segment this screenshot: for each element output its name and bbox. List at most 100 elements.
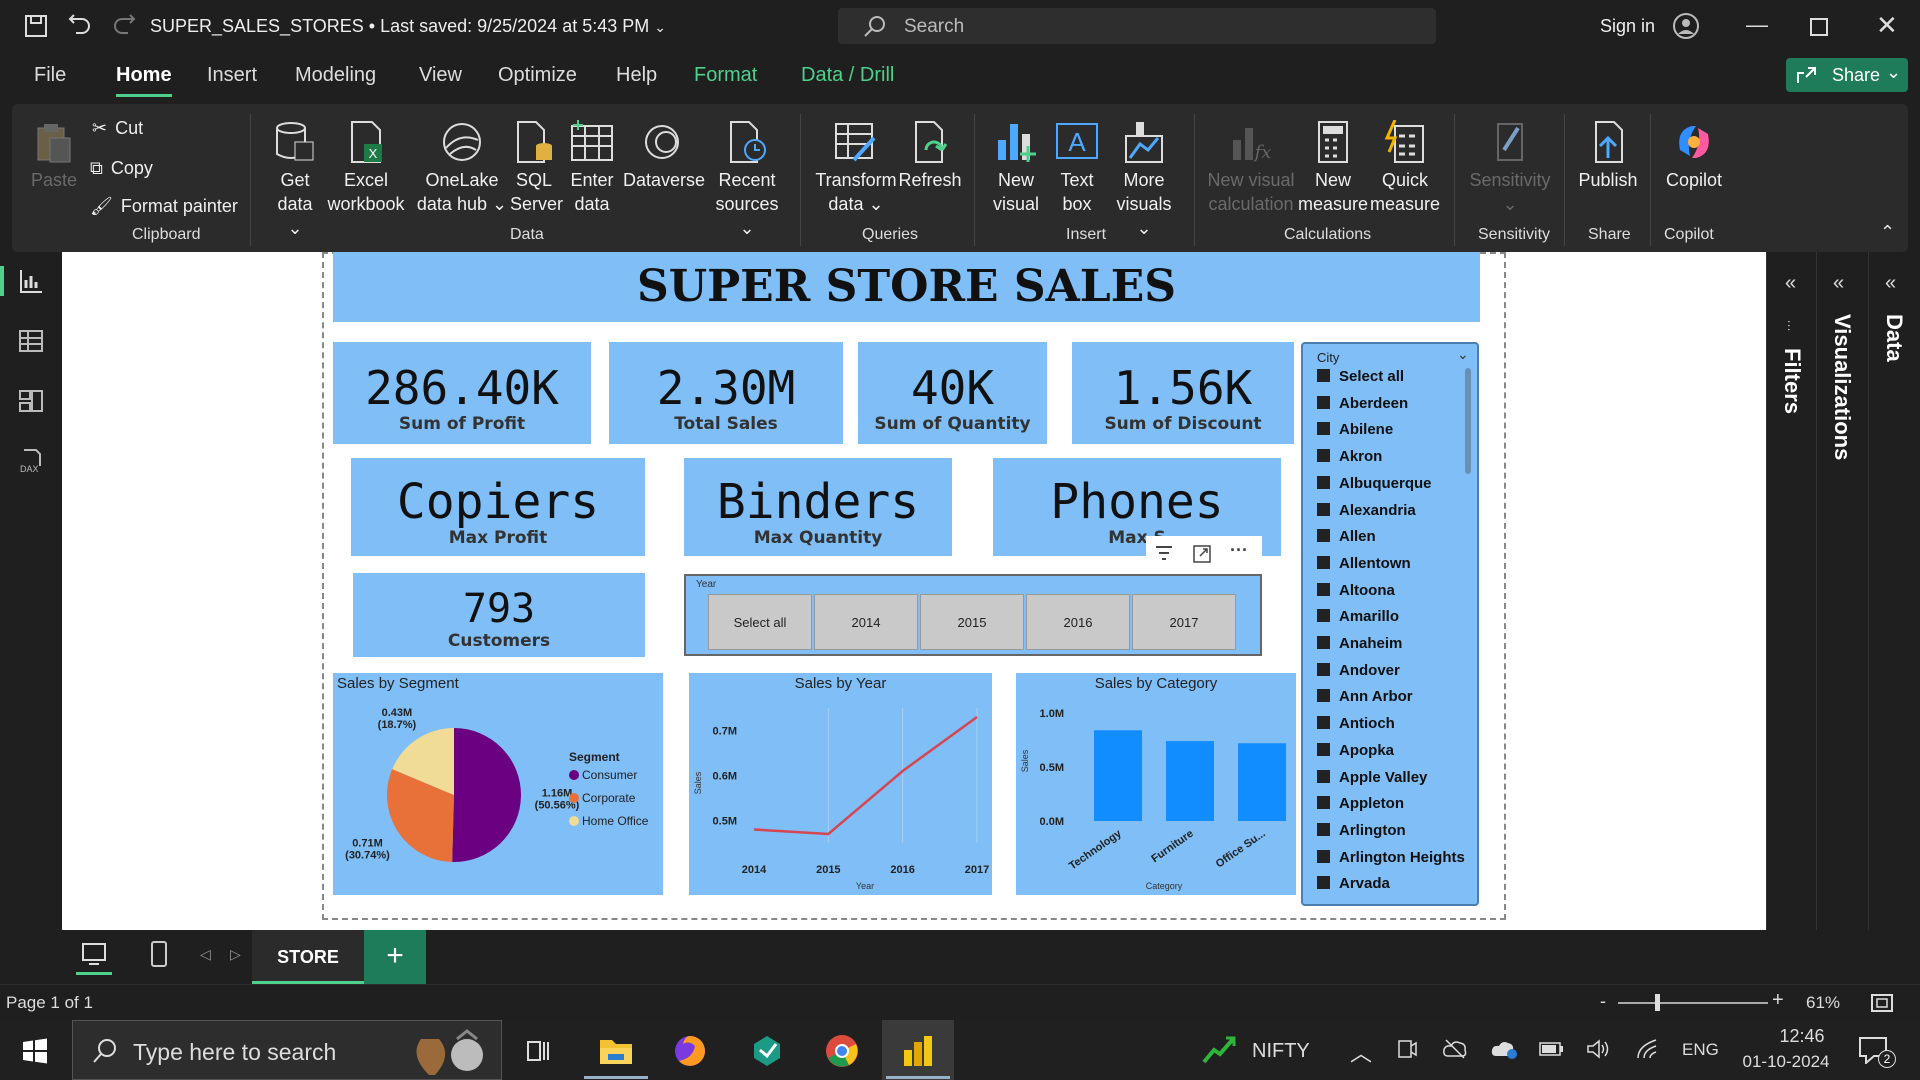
checkbox-icon[interactable] [1317, 822, 1330, 836]
document-title[interactable]: SUPER_SALES_STORES • Last saved: 9/25/20… [150, 16, 666, 37]
taskbar-search-input[interactable]: Type here to search [72, 1020, 502, 1080]
dataverse-button[interactable]: Dataverse [622, 120, 706, 192]
format-painter-button[interactable]: 🖌 Format painter [90, 196, 238, 217]
city-option[interactable]: Arlington [1317, 822, 1406, 839]
checkbox-icon[interactable] [1317, 742, 1330, 756]
menu-insert[interactable]: Insert [207, 64, 257, 87]
city-option[interactable]: Antioch [1317, 715, 1395, 732]
city-option[interactable]: Abilene [1317, 421, 1393, 438]
fit-to-page-icon[interactable] [1870, 993, 1894, 1013]
data-pane[interactable]: « Data [1868, 252, 1920, 930]
account-icon[interactable] [1672, 12, 1700, 40]
app-icon[interactable] [750, 1034, 784, 1068]
focus-mode-icon[interactable] [1192, 544, 1212, 564]
save-icon[interactable] [24, 14, 48, 38]
model-view-icon[interactable] [18, 388, 44, 414]
city-option[interactable]: Akron [1317, 448, 1382, 465]
checkbox-icon[interactable] [1317, 395, 1330, 409]
chart-sales-by-year[interactable]: Sales by Year 0.5M 0.6M 0.7M 2014 2015 2016 20… [689, 673, 992, 895]
city-slicer[interactable]: City ⌄ Select all Aberdeen Abilene Akron Alb… [1301, 342, 1479, 906]
city-option[interactable]: Altoona [1317, 582, 1395, 599]
sensitivity-button[interactable]: Sensitivity ⌄ [1462, 120, 1558, 216]
volume-icon[interactable] [1586, 1038, 1612, 1060]
kpi-card-discount[interactable]: 1.56K Sum of Discount [1072, 342, 1294, 444]
checkbox-icon[interactable] [1317, 662, 1330, 676]
city-option[interactable]: Anaheim [1317, 635, 1402, 652]
checkbox-icon[interactable] [1317, 529, 1330, 543]
checkbox-icon[interactable] [1317, 689, 1330, 703]
cut-button[interactable]: ✂ Cut [92, 118, 143, 139]
language-indicator[interactable]: ENG [1682, 1040, 1719, 1060]
checkbox-icon[interactable] [1317, 716, 1330, 730]
card-max-quantity[interactable]: Binders Max Quantity [684, 458, 952, 556]
add-page-button[interactable]: + [364, 930, 426, 984]
paste-button[interactable]: Paste [30, 120, 78, 192]
close-icon[interactable]: ✕ [1876, 10, 1898, 41]
zoom-in-button[interactable]: + [1772, 989, 1784, 1012]
clock-time[interactable]: 12:46 [1760, 1026, 1844, 1047]
checkbox-icon[interactable] [1317, 609, 1330, 623]
more-options-icon[interactable]: ··· [1230, 540, 1248, 561]
meet-now-icon[interactable] [1396, 1038, 1418, 1060]
card-max-profit[interactable]: Copiers Max Profit [351, 458, 645, 556]
collapse-filters-icon[interactable]: « [1785, 272, 1796, 295]
city-option[interactable]: Alexandria [1317, 502, 1416, 519]
menu-file[interactable]: File [34, 64, 66, 87]
zoom-slider-thumb[interactable] [1655, 994, 1660, 1011]
collapse-data-icon[interactable]: « [1885, 272, 1896, 295]
search-input[interactable]: Search [838, 8, 1436, 44]
clock-date[interactable]: 01-10-2024 [1732, 1052, 1840, 1072]
city-option[interactable]: Albuquerque [1317, 475, 1432, 492]
redo-icon[interactable] [112, 14, 136, 38]
onelake-data-hub-button[interactable]: OneLake data hub ⌄ [414, 120, 510, 216]
report-view-icon[interactable] [18, 268, 44, 294]
city-option[interactable]: Allentown [1317, 555, 1411, 572]
table-view-icon[interactable] [18, 328, 44, 354]
desktop-layout-icon[interactable] [80, 942, 108, 968]
battery-icon[interactable] [1538, 1040, 1564, 1058]
windows-start-icon[interactable] [22, 1038, 48, 1064]
city-option[interactable]: Apple Valley [1317, 769, 1427, 786]
checkbox-icon[interactable] [1317, 475, 1330, 489]
city-option[interactable]: Arlington Heights [1317, 849, 1465, 866]
excel-workbook-button[interactable]: X Excel workbook [326, 120, 406, 216]
copy-button[interactable]: ⧉ Copy [90, 158, 153, 179]
onedrive-icon[interactable] [1490, 1038, 1518, 1060]
checkbox-icon[interactable] [1317, 636, 1330, 649]
year-option-2015[interactable]: 2015 [920, 594, 1024, 650]
scrollbar-thumb[interactable] [1465, 368, 1471, 474]
text-box-button[interactable]: A Text box [1052, 120, 1102, 216]
share-button[interactable]: Share ⌄ [1786, 58, 1908, 92]
menu-format[interactable]: Format [694, 64, 757, 87]
year-option-2016[interactable]: 2016 [1026, 594, 1130, 650]
zoom-out-button[interactable]: - [1600, 991, 1606, 1012]
menu-optimize[interactable]: Optimize [498, 64, 577, 87]
checkbox-icon[interactable] [1317, 582, 1330, 596]
undo-icon[interactable] [68, 14, 92, 38]
enter-data-button[interactable]: Enter data [568, 120, 616, 216]
checkbox-icon[interactable] [1317, 769, 1330, 783]
city-option[interactable]: Arvada [1317, 875, 1390, 892]
city-option[interactable]: Andover [1317, 662, 1400, 679]
stock-chart-icon[interactable] [1202, 1034, 1238, 1064]
new-visual-calculation-button[interactable]: fx New visual calculation [1204, 120, 1298, 216]
city-option[interactable]: Select all [1317, 368, 1404, 385]
menu-view[interactable]: View [419, 64, 462, 87]
year-option-2017[interactable]: 2017 [1132, 594, 1236, 650]
mobile-layout-icon[interactable] [150, 940, 168, 968]
refresh-button[interactable]: Refresh [898, 120, 962, 192]
checkbox-icon[interactable] [1317, 422, 1330, 436]
filters-pane[interactable]: « ⫶ Filters [1766, 252, 1816, 930]
quick-measure-button[interactable]: Quick measure [1368, 120, 1442, 216]
city-option[interactable]: Aberdeen [1317, 395, 1408, 412]
kpi-card-profit[interactable]: 286.40K Sum of Profit [333, 342, 591, 444]
checkbox-icon[interactable] [1317, 449, 1330, 463]
dax-query-view-icon[interactable]: DAX [18, 448, 44, 474]
stock-ticker[interactable]: NIFTY [1252, 1040, 1310, 1063]
new-visual-button[interactable]: New visual [990, 120, 1042, 216]
notifications-button[interactable]: 2 [1856, 1034, 1896, 1068]
chart-sales-by-segment[interactable]: Sales by Segment 1.16M (50.56%) 0.71M (30.7… [333, 673, 663, 895]
city-option[interactable]: Apopka [1317, 742, 1394, 759]
checkbox-icon[interactable] [1317, 369, 1330, 382]
menu-modeling[interactable]: Modeling [295, 64, 376, 87]
